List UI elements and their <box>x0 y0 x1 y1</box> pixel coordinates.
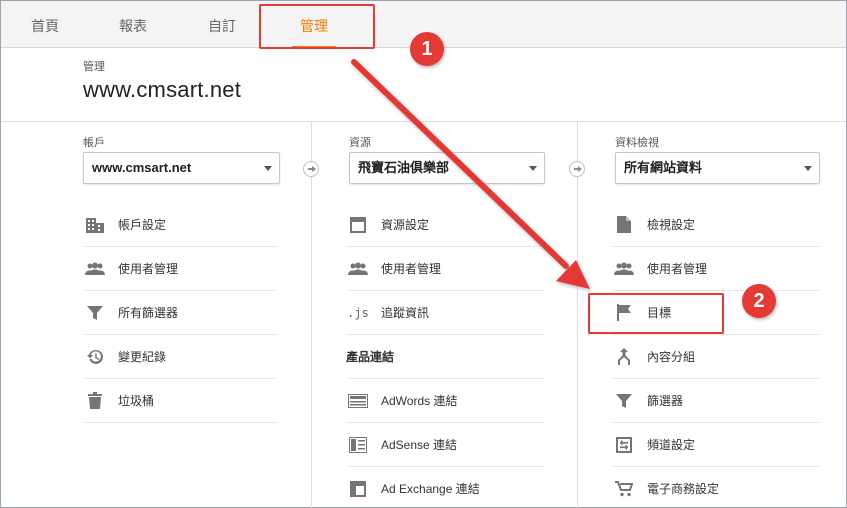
step-badge-1: 1 <box>410 32 444 66</box>
step-badge-2: 2 <box>742 284 776 318</box>
annotation-arrow <box>351 59 590 289</box>
